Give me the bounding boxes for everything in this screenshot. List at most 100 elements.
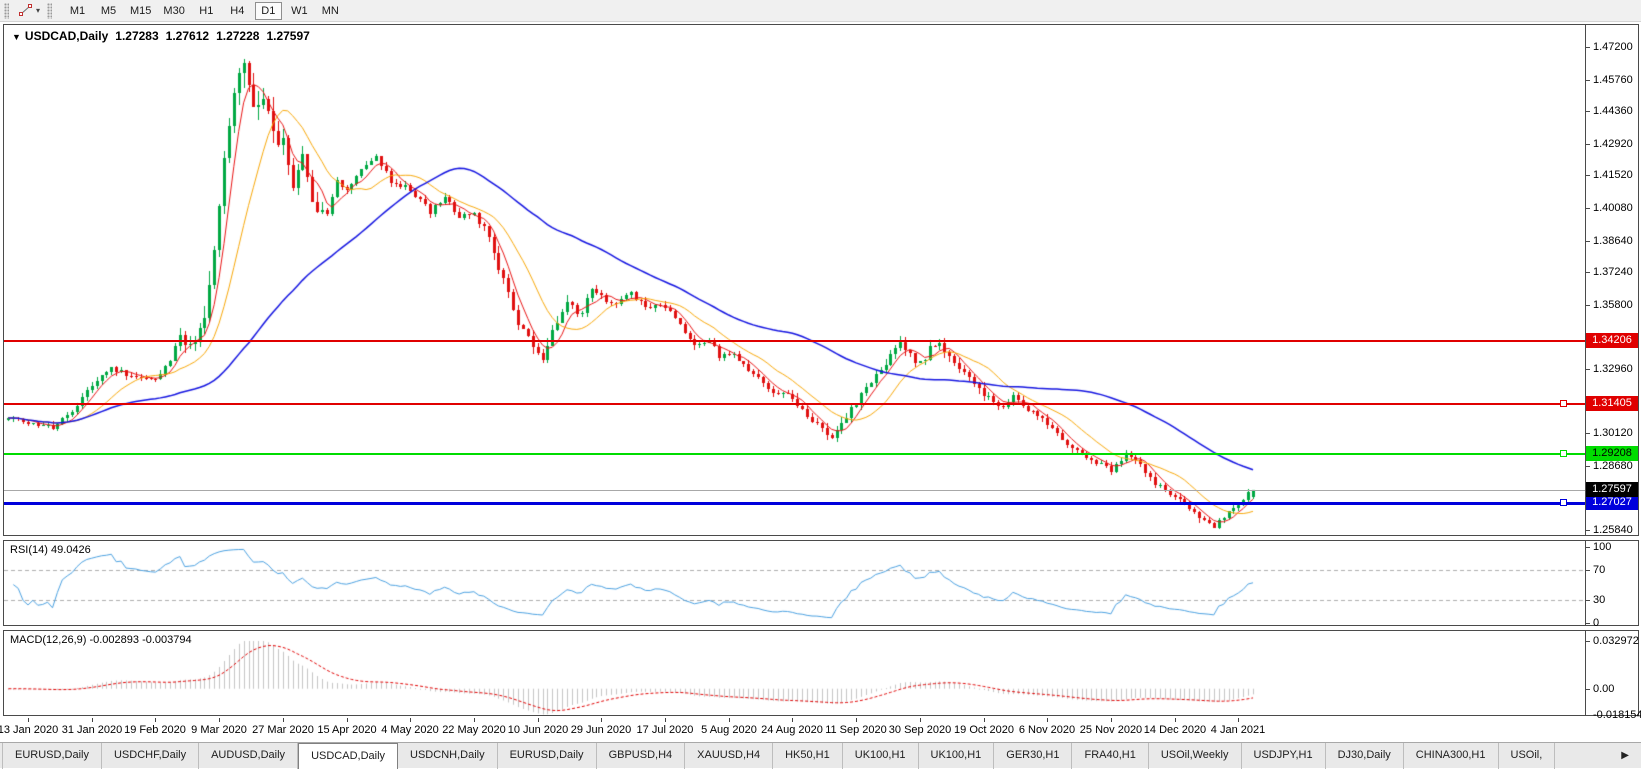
- chart-tab-usdcnh-daily[interactable]: USDCNH,Daily: [398, 743, 498, 769]
- price-chart-canvas[interactable]: [4, 25, 1585, 535]
- timeframe-button-group: M1 M5 M15 M30 H1 H4 D1 W1 MN: [62, 1, 346, 20]
- horizontal-level-line-1.27027[interactable]: [4, 502, 1585, 505]
- price-tick-label: 1.38640: [1593, 235, 1633, 247]
- ohlc-open: 1.27283: [115, 29, 159, 43]
- price-tick-mark: [1585, 241, 1590, 242]
- chart-tabs: EURUSD,Daily USDCHF,Daily AUDUSD,Daily USDC…: [2, 743, 1588, 769]
- macd-axis-border: [1585, 631, 1586, 715]
- chart-tab-uk100-h1[interactable]: UK100,H1: [843, 743, 919, 769]
- chart-tab-usdchf-daily[interactable]: USDCHF,Daily: [102, 743, 200, 769]
- timeframe-button-w1[interactable]: W1: [286, 2, 313, 20]
- level-drag-handle[interactable]: [1560, 450, 1567, 457]
- date-tick-mark: [601, 718, 602, 722]
- chart-symbol-period: USDCAD,Daily: [24, 29, 109, 43]
- date-tick-mark: [347, 718, 348, 722]
- collapse-arrow-icon[interactable]: ▼: [12, 32, 21, 42]
- timeframe-button-m30[interactable]: M30: [159, 2, 188, 20]
- trading-terminal: ▾ M1 M5 M15 M30 H1 H4 D1 W1 MN ▼ USDCAD,Daily 1.27…: [0, 0, 1641, 769]
- date-axis[interactable]: 13 Jan 2020 31 Jan 2020 19 Feb 2020 9 Mar 2…: [0, 718, 1639, 742]
- date-tick-mark: [283, 718, 284, 722]
- chart-tab-eurusd-daily[interactable]: EURUSD,Daily: [2, 743, 102, 769]
- chart-tab-gbpusd-h4[interactable]: GBPUSD,H4: [597, 743, 686, 769]
- macd-tick-mark: [1585, 641, 1590, 642]
- rsi-tick-label: 0: [1593, 617, 1600, 629]
- toolbar-grip[interactable]: [47, 2, 53, 19]
- timeframe-button-m5[interactable]: M5: [95, 2, 122, 20]
- timeframe-button-mn[interactable]: MN: [317, 2, 344, 20]
- date-tick-mark: [920, 718, 921, 722]
- price-tick-label: 1.37240: [1593, 266, 1633, 278]
- macd-label: MACD(12,26,9) -0.002893 -0.003794: [10, 634, 192, 646]
- chart-tab-uk100-h1[interactable]: UK100,H1: [919, 743, 995, 769]
- date-tick-mark: [792, 718, 793, 722]
- line-tools-button[interactable]: ▾: [15, 2, 43, 19]
- price-tick-label: 1.30120: [1593, 427, 1633, 439]
- price-tick-label: 1.47200: [1593, 41, 1633, 53]
- date-tick-mark: [219, 718, 220, 722]
- ohlc-close: 1.27597: [266, 29, 310, 43]
- price-tick-mark: [1585, 369, 1590, 370]
- macd-tick-mark: [1585, 689, 1590, 690]
- price-tick-label: 1.25840: [1593, 524, 1633, 536]
- chart-tab-china300-h1[interactable]: CHINA300,H1: [1404, 743, 1499, 769]
- date-tick-mark: [856, 718, 857, 722]
- level-drag-handle[interactable]: [1560, 400, 1567, 407]
- chart-tab-xauusd-h4[interactable]: XAUUSD,H4: [685, 743, 774, 769]
- ohlc-high: 1.27612: [165, 29, 210, 43]
- timeframe-button-h1[interactable]: H1: [193, 2, 220, 20]
- rsi-tick-label: 100: [1593, 541, 1612, 553]
- date-tick-mark: [474, 718, 475, 722]
- date-tick-mark: [729, 718, 730, 722]
- price-tick-mark: [1585, 433, 1590, 434]
- macd-canvas[interactable]: [4, 631, 1585, 715]
- horizontal-level-line-1.34206[interactable]: [4, 340, 1585, 342]
- timeframe-button-m15[interactable]: M15: [126, 2, 155, 20]
- date-tick-mark: [1047, 718, 1048, 722]
- macd-tick-label: 0.00: [1593, 683, 1615, 695]
- horizontal-level-line-1.31405[interactable]: [4, 403, 1585, 405]
- timeframe-button-d1[interactable]: D1: [254, 1, 282, 20]
- price-tick-mark: [1585, 208, 1590, 209]
- tab-scroll-right-button[interactable]: ▶: [1621, 749, 1629, 763]
- timeframe-button-h4[interactable]: H4: [224, 2, 251, 20]
- price-tick-label: 1.41520: [1593, 169, 1633, 181]
- date-tick-mark: [1238, 718, 1239, 722]
- price-chart-panel: ▼ USDCAD,Daily 1.27283 1.27612 1.27228 1.2759…: [3, 24, 1639, 536]
- rsi-tick-mark: [1585, 547, 1590, 548]
- chart-tab-usdcad-daily[interactable]: USDCAD,Daily: [298, 743, 399, 769]
- price-tick-label: 1.45760: [1593, 74, 1633, 86]
- chart-tab-usoil-weekly[interactable]: USOil,Weekly: [1149, 743, 1242, 769]
- level-drag-handle[interactable]: [1560, 499, 1567, 506]
- chevron-down-icon: ▾: [36, 6, 41, 15]
- chart-tab-dj30-daily[interactable]: DJ30,Daily: [1326, 743, 1404, 769]
- chart-tab-usoil[interactable]: USOil,: [1499, 743, 1556, 769]
- toolbar-grip[interactable]: [4, 2, 9, 19]
- chart-tab-fra40-h1[interactable]: FRA40,H1: [1072, 743, 1149, 769]
- chart-tab-hk50-h1[interactable]: HK50,H1: [773, 743, 843, 769]
- horizontal-level-line-1.29208[interactable]: [4, 453, 1585, 455]
- timeframe-button-m1[interactable]: M1: [64, 2, 91, 20]
- rsi-canvas[interactable]: [4, 541, 1585, 625]
- rsi-indicator-panel: RSI(14) 49.0426 100 70 30 0: [3, 540, 1639, 629]
- rsi-tick-label: 30: [1593, 594, 1606, 606]
- price-tick-mark: [1585, 272, 1590, 273]
- chart-tab-audusd-daily[interactable]: AUDUSD,Daily: [199, 743, 299, 769]
- price-tick-mark: [1585, 175, 1590, 176]
- price-tick-mark: [1585, 144, 1590, 145]
- date-tick-mark: [1111, 718, 1112, 722]
- rsi-tick-label: 70: [1593, 564, 1606, 576]
- rsi-label: RSI(14) 49.0426: [10, 544, 91, 556]
- price-tick-label: 1.44360: [1593, 105, 1633, 117]
- rsi-axis-border: [1585, 541, 1586, 625]
- price-tick-label: 1.42920: [1593, 138, 1633, 150]
- chart-tab-usdjpy-h1[interactable]: USDJPY,H1: [1242, 743, 1326, 769]
- price-tick-mark: [1585, 305, 1590, 306]
- price-level-badge: 1.34206: [1586, 333, 1638, 348]
- chart-tab-ger30-h1[interactable]: GER30,H1: [994, 743, 1073, 769]
- rsi-tick-mark: [1585, 623, 1590, 624]
- rsi-tick-mark: [1585, 600, 1590, 601]
- chart-tab-eurusd-daily[interactable]: EURUSD,Daily: [498, 743, 597, 769]
- macd-tick-label: -0.018154: [1593, 709, 1641, 721]
- price-tick-label: 1.28680: [1593, 460, 1633, 472]
- price-tick-mark: [1585, 80, 1590, 81]
